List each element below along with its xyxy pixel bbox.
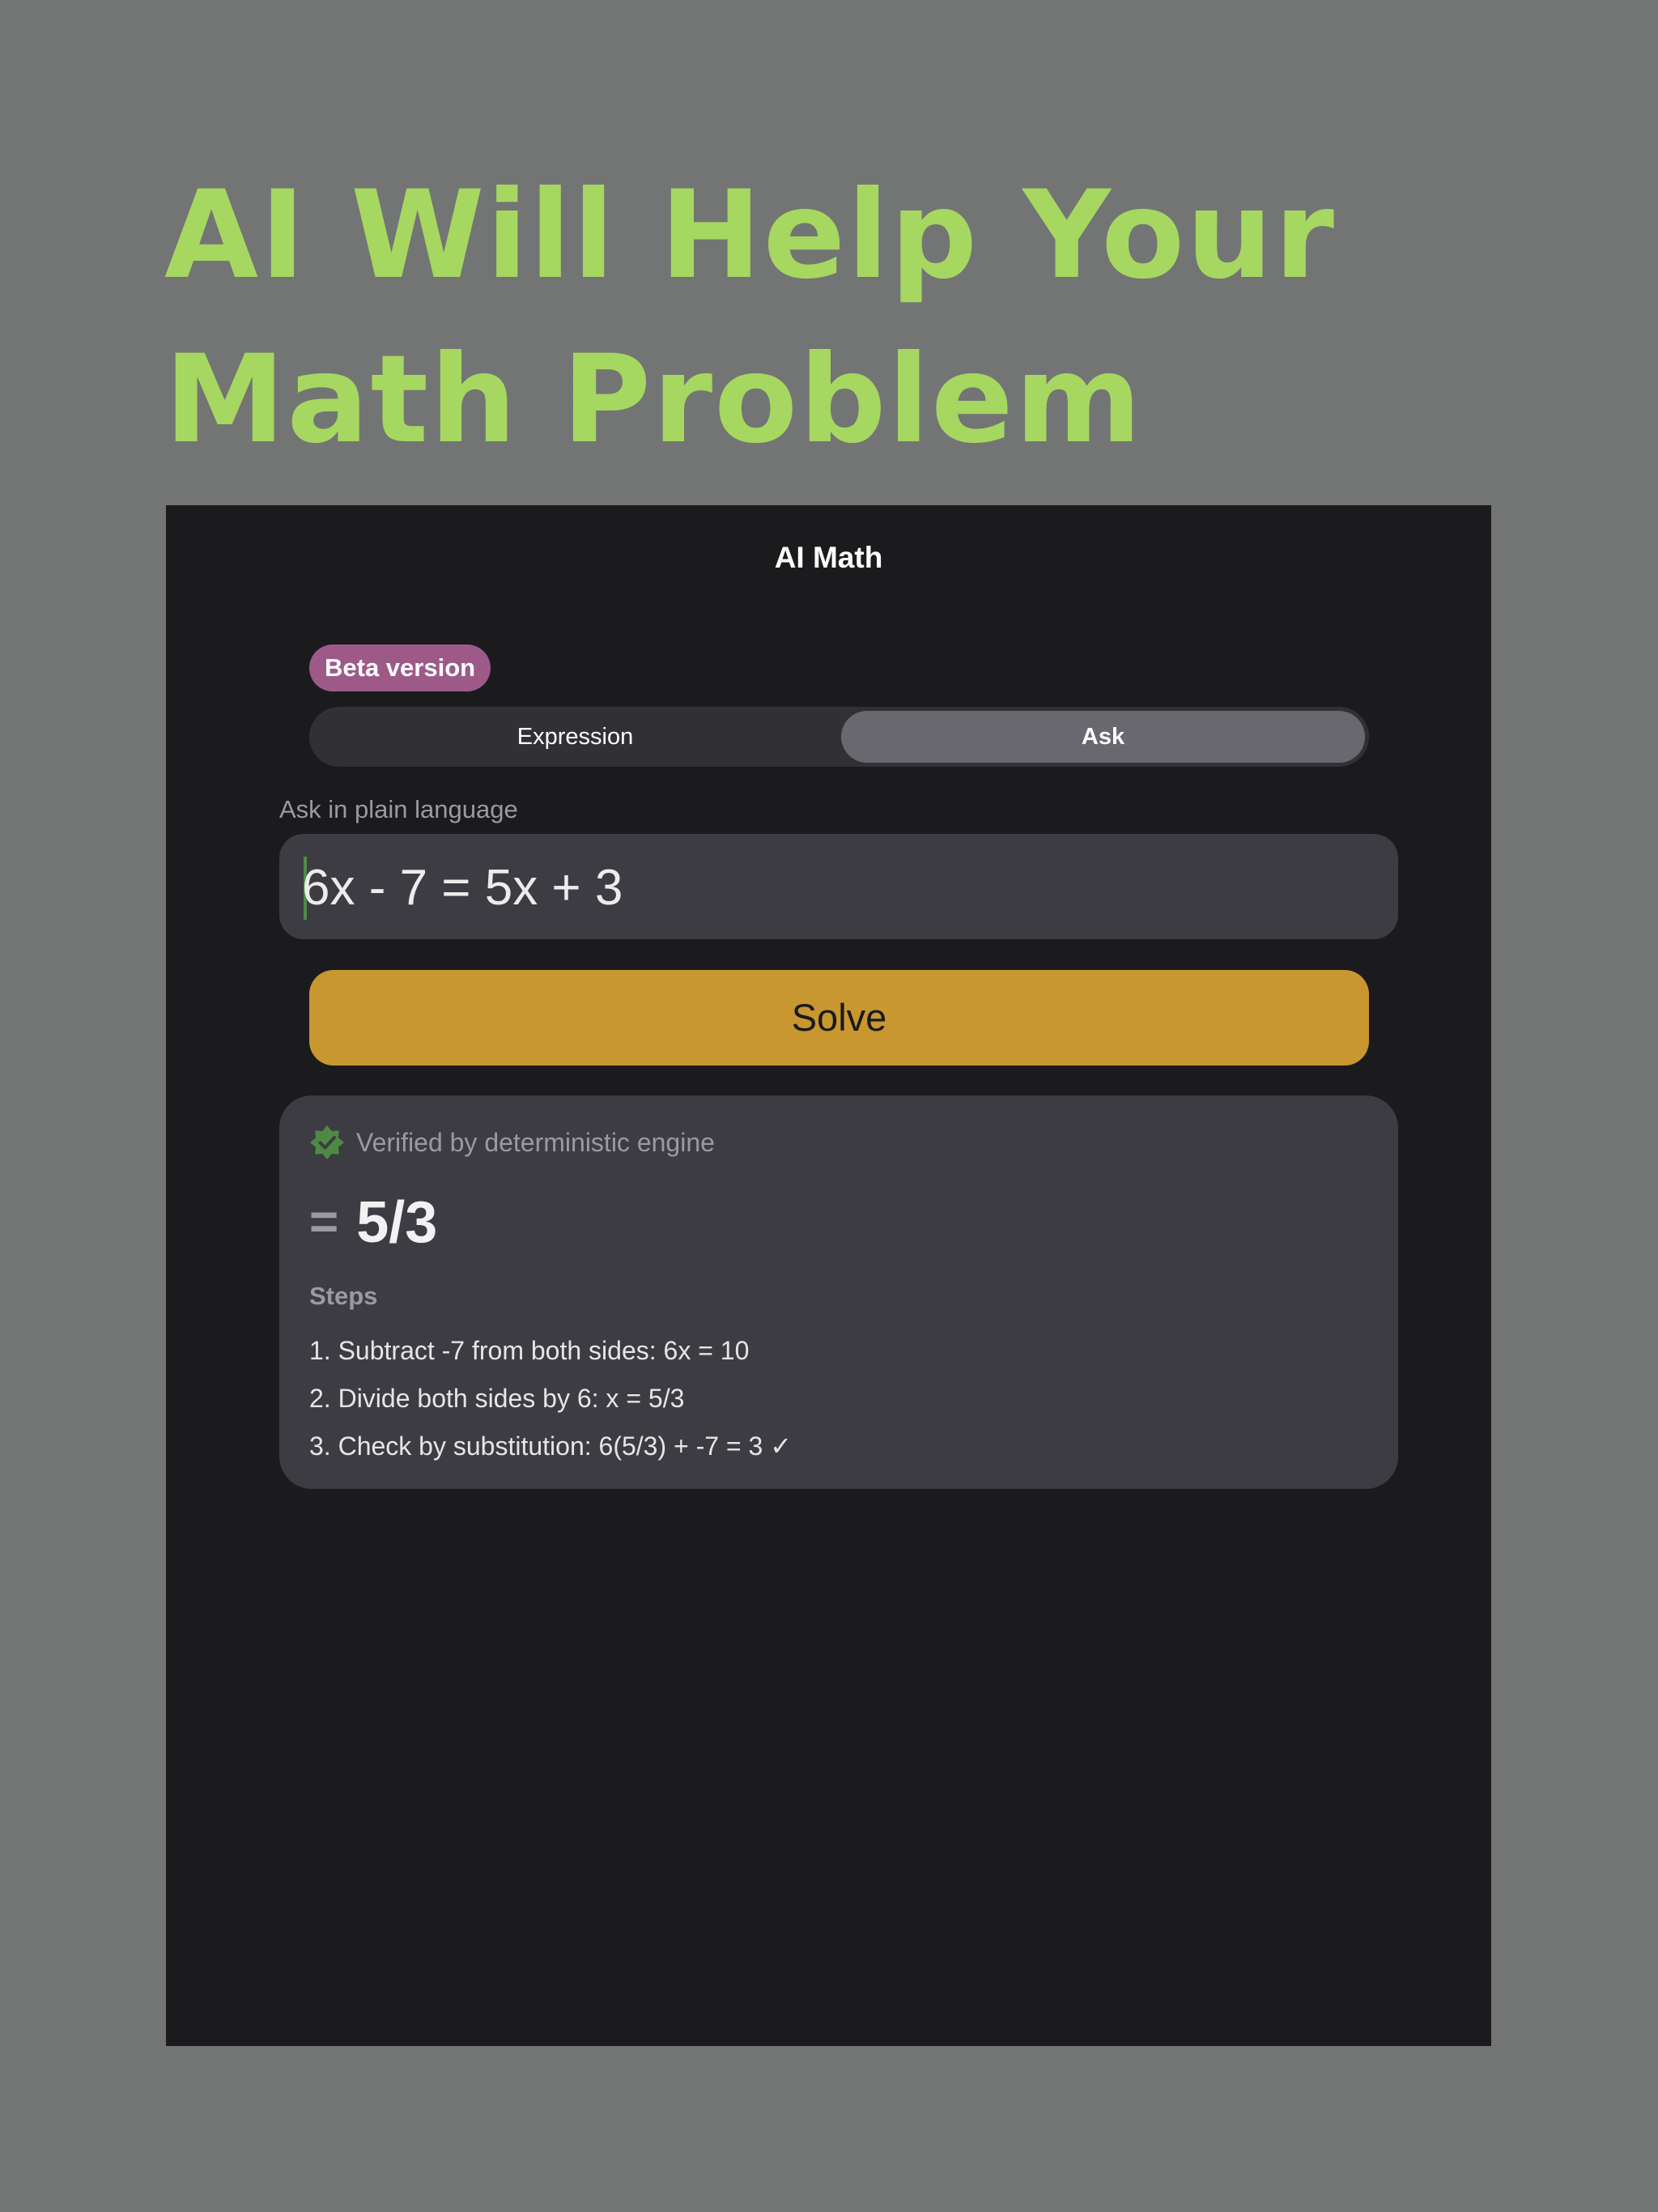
mode-segmented-control: Expression Ask (309, 707, 1369, 767)
tab-ask[interactable]: Ask (841, 711, 1365, 763)
result-card: Verified by deterministic engine = 5/3 S… (279, 1095, 1398, 1489)
headline-line-1: AI Will Help Your (164, 165, 1336, 306)
equals-sign: = (309, 1194, 339, 1250)
solve-button[interactable]: Solve (309, 970, 1369, 1066)
beta-badge: Beta version (309, 644, 491, 691)
promo-headline: AI Will Help Your Math Problem (164, 154, 1541, 483)
headline-line-2: Math Problem (164, 330, 1143, 470)
step-item: 2. Divide both sides by 6: x = 5/3 (309, 1384, 685, 1413)
verified-row: Verified by deterministic engine (309, 1125, 715, 1160)
step-item: 1. Subtract -7 from both sides: 6x = 10 (309, 1336, 750, 1365)
app-title: AI Math (774, 541, 883, 574)
app-screen: AI Math Beta version Expression Ask Ask … (166, 505, 1491, 2046)
question-input-value[interactable]: 6x - 7 = 5x + 3 (302, 860, 623, 917)
result-answer: 5/3 (356, 1190, 438, 1255)
verified-text: Verified by deterministic engine (356, 1128, 715, 1157)
result-row: = 5/3 (309, 1188, 437, 1257)
steps-heading: Steps (309, 1282, 378, 1310)
steps-list: 1. Subtract -7 from both sides: 6x = 10 … (309, 1327, 792, 1470)
verified-badge-icon (310, 1125, 344, 1159)
input-label: Ask in plain language (279, 795, 518, 823)
tab-expression[interactable]: Expression (313, 711, 837, 763)
step-item: 3. Check by substitution: 6(5/3) + -7 = … (309, 1431, 792, 1461)
